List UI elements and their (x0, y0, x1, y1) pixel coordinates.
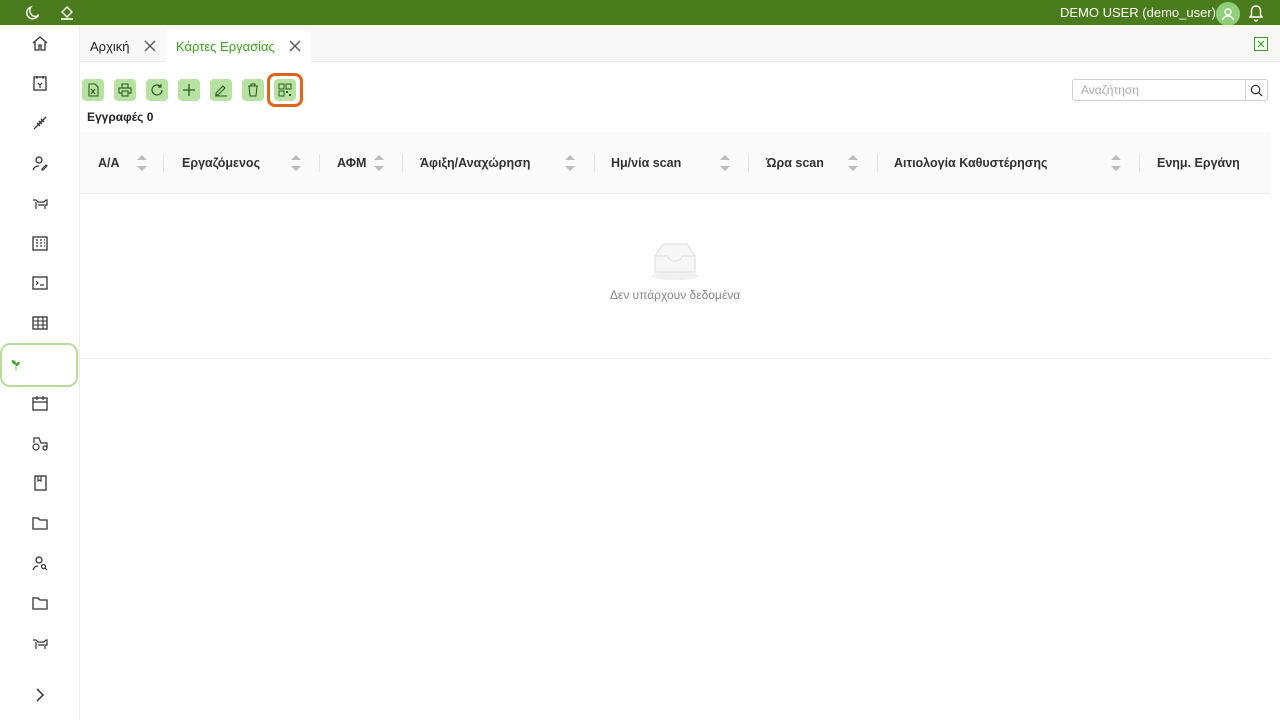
column-header-afm[interactable]: ΑΦΜ (320, 132, 403, 194)
delete-button[interactable] (242, 79, 264, 101)
print-icon (118, 83, 132, 97)
search-box (1072, 79, 1268, 101)
invoice-icon (33, 76, 47, 91)
book-icon (34, 475, 47, 491)
cow-icon (33, 639, 48, 649)
tab-label: Κάρτες Εργασίας (176, 38, 275, 54)
paint-bucket-icon[interactable] (58, 3, 76, 21)
user-search-icon (32, 556, 48, 571)
plant-icon (11, 359, 20, 371)
user-edit-icon (32, 156, 48, 171)
terminal-icon (32, 276, 48, 290)
print-button[interactable] (114, 79, 136, 101)
column-header-arrival-departure[interactable]: Άφιξη/Αναχώρηση (403, 132, 595, 194)
sidebar-item-home[interactable] (0, 25, 80, 61)
sidebar-item-folder-1[interactable] (0, 505, 80, 541)
building-icon (32, 236, 48, 251)
sort-icon[interactable] (719, 152, 731, 174)
tab-bar: Αρχική Κάρτες Εργασίας (80, 25, 1280, 62)
calendar-icon (32, 396, 48, 411)
tab-label: Αρχική (90, 38, 130, 54)
column-header-employee[interactable]: Εργαζόμενος (164, 132, 320, 194)
focus-ring (267, 73, 303, 107)
sort-icon[interactable] (290, 152, 302, 174)
data-table: Α/Α Εργαζόμενος ΑΦΜ Άφιξη/Αναχώρηση Ημ/ν… (80, 132, 1270, 359)
excel-icon (88, 83, 99, 97)
moon-icon[interactable] (24, 3, 42, 21)
export-excel-button[interactable] (82, 79, 104, 101)
sidebar-item-book[interactable] (0, 465, 80, 501)
sidebar-expand-button[interactable] (30, 685, 50, 705)
column-header-aa[interactable]: Α/Α (80, 132, 164, 194)
tab-home[interactable]: Αρχική (80, 30, 166, 62)
sidebar-item-folder-2[interactable] (0, 585, 80, 621)
excel-close-icon[interactable] (1254, 37, 1268, 51)
sidebar-item-livestock-2[interactable] (0, 625, 80, 661)
sort-icon[interactable] (373, 152, 385, 174)
table-header: Α/Α Εργαζόμενος ΑΦΜ Άφιξη/Αναχώρηση Ημ/ν… (80, 132, 1270, 194)
refresh-icon (151, 84, 163, 96)
user-label[interactable]: DEMO USER (demo_user) (1060, 5, 1216, 20)
wheat-icon (33, 116, 47, 130)
top-bar: DEMO USER (demo_user) (0, 0, 1280, 26)
sidebar-item-crops[interactable] (0, 105, 80, 141)
sort-icon[interactable] (136, 152, 148, 174)
folder-icon (32, 597, 48, 610)
column-header-scan-time[interactable]: Ώρα scan (749, 132, 878, 194)
search-button[interactable] (1245, 80, 1267, 100)
folder-icon (32, 517, 48, 530)
column-header-delay-reason[interactable]: Αιτιολογία Καθυστέρησης (878, 132, 1140, 194)
bell-icon[interactable] (1248, 4, 1264, 22)
close-icon[interactable] (289, 40, 301, 52)
sort-icon[interactable] (847, 152, 859, 174)
refresh-button[interactable] (146, 79, 168, 101)
sidebar-item-invoices[interactable] (0, 65, 80, 101)
tractor-icon (32, 437, 48, 451)
empty-state-text: Δεν υπάρχουν δεδομένα (609, 288, 741, 302)
trash-icon (248, 83, 258, 97)
sidebar-item-terminal[interactable] (0, 265, 80, 301)
edit-button[interactable] (210, 79, 232, 101)
sidebar-item-livestock[interactable] (0, 185, 80, 221)
empty-inbox-icon (651, 243, 699, 280)
edit-icon (215, 85, 227, 97)
sidebar-item-user-search[interactable] (0, 545, 80, 581)
sidebar-item-users[interactable] (0, 145, 80, 181)
plus-icon (183, 84, 195, 96)
empty-state: Δεν υπάρχουν δεδομένα (580, 240, 770, 302)
sort-icon[interactable] (1110, 152, 1122, 174)
sort-icon[interactable] (564, 152, 576, 174)
chevron-right-icon (36, 688, 45, 702)
tab-work-cards[interactable]: Κάρτες Εργασίας (166, 30, 311, 62)
search-icon (1250, 84, 1263, 97)
sidebar (0, 25, 80, 720)
home-icon (32, 36, 48, 51)
cow-icon (33, 199, 48, 209)
close-icon[interactable] (144, 40, 156, 52)
sidebar-item-work-cards[interactable] (0, 343, 78, 387)
sidebar-item-buildings[interactable] (0, 225, 80, 261)
sidebar-item-calendar[interactable] (0, 385, 80, 421)
table-icon (32, 316, 48, 330)
add-button[interactable] (178, 79, 200, 101)
column-header-ergani-update[interactable]: Ενημ. Εργάνη (1140, 132, 1270, 194)
column-header-scan-date[interactable]: Ημ/νία scan (595, 132, 749, 194)
sidebar-item-tables[interactable] (0, 305, 80, 341)
sidebar-item-machinery[interactable] (0, 425, 80, 461)
user-avatar-icon[interactable] (1216, 2, 1240, 26)
records-count: Εγγραφές 0 (87, 110, 154, 124)
search-input[interactable] (1073, 80, 1245, 100)
